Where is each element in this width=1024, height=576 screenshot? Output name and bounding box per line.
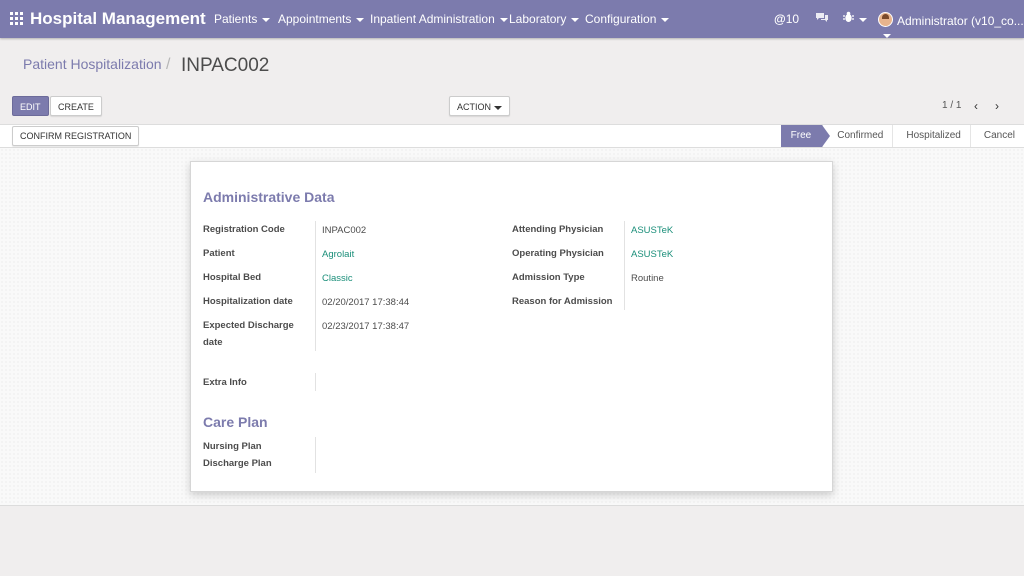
menu-configuration[interactable]: Configuration	[585, 12, 670, 26]
label-extra-info: Extra Info	[203, 377, 247, 388]
section-title-care-plan: Care Plan	[203, 414, 268, 430]
chevron-left-icon[interactable]: ‹	[968, 99, 984, 113]
label-nursing-plan: Nursing Plan	[203, 441, 262, 452]
mentions-count: 10	[785, 12, 800, 26]
value-expected-discharge-date: 02/23/2017 17:38:47	[322, 321, 410, 332]
action-dropdown[interactable]: ACTION	[449, 96, 511, 116]
label-attending-physician: Attending Physician	[512, 224, 604, 235]
value-hospital-bed-link[interactable]: Classic	[322, 270, 353, 287]
value-attending-physician-link[interactable]: ASUSTeK	[631, 222, 673, 239]
menu-label: Laboratory	[509, 12, 567, 26]
label-operating-physician: Operating Physician	[512, 248, 604, 259]
confirm-registration-button[interactable]: CONFIRM REGISTRATION	[12, 126, 140, 146]
caret-down-icon	[356, 17, 365, 22]
value-admission-type: Routine	[631, 273, 664, 284]
debug-menu[interactable]	[843, 11, 867, 26]
avatar	[878, 12, 893, 27]
value-hospitalization-date: 02/20/2017 17:38:44	[322, 297, 410, 308]
caret-down-icon	[661, 17, 670, 22]
menu-label: Patients	[214, 12, 258, 26]
breadcrumb-parent[interactable]: Patient Hospitalization	[23, 56, 162, 72]
app-switcher-icon[interactable]	[10, 12, 24, 26]
user-name: Administrator (v10_co...	[897, 14, 1024, 28]
value-registration-code: INPAC002	[322, 225, 367, 236]
caret-down-icon	[883, 33, 891, 38]
caret-down-icon	[494, 105, 503, 110]
label-reason-for-admission: Reason for Admission	[512, 296, 613, 307]
edit-button[interactable]: EDIT	[12, 96, 49, 116]
menu-label: Configuration	[585, 12, 657, 26]
menu-label: Inpatient Administration	[370, 12, 495, 26]
create-button[interactable]: CREATE	[50, 96, 102, 116]
caret-down-icon	[499, 17, 508, 22]
at-sign-icon: @	[774, 12, 786, 26]
stage-cancel[interactable]: Cancel	[969, 125, 1024, 147]
pager-value[interactable]: 1 / 1	[942, 100, 961, 111]
column-divider	[315, 373, 316, 391]
caret-down-icon	[859, 17, 867, 22]
form-sheet: Administrative Data Registration Code Pa…	[190, 161, 833, 492]
chevron-right-icon[interactable]: ›	[989, 99, 1005, 113]
breadcrumb-separator: /	[166, 56, 171, 73]
action-label: ACTION	[457, 102, 492, 112]
label-hospitalization-date: Hospitalization date	[203, 296, 293, 307]
menu-laboratory[interactable]: Laboratory	[509, 12, 580, 26]
menu-inpatient-administration[interactable]: Inpatient Administration	[370, 12, 508, 26]
column-divider	[315, 221, 316, 351]
value-operating-physician-link[interactable]: ASUSTeK	[631, 246, 673, 263]
user-menu[interactable]: Administrator (v10_co...	[878, 12, 1024, 42]
label-hospital-bed: Hospital Bed	[203, 272, 262, 283]
status-stages: Free Confirmed Hospitalized Cancel	[780, 125, 1024, 147]
caret-down-icon	[262, 17, 271, 22]
menu-appointments[interactable]: Appointments	[278, 12, 365, 26]
top-navbar: Hospital Management Patients Appointment…	[0, 0, 1024, 38]
status-bar: CONFIRM REGISTRATION Free Confirmed Hosp…	[0, 124, 1024, 148]
label-expected-discharge-date: Expected Discharge date	[203, 320, 294, 348]
mentions-counter[interactable]: @10	[774, 12, 799, 26]
stage-hospitalized[interactable]: Hospitalized	[892, 125, 970, 147]
label-admission-type: Admission Type	[512, 272, 585, 283]
app-brand[interactable]: Hospital Management	[30, 9, 206, 29]
page-title: INPAC002	[181, 55, 270, 76]
label-discharge-plan: Discharge Plan	[203, 458, 272, 469]
breadcrumb: Patient Hospitalization / INPAC002	[23, 55, 269, 76]
stage-confirmed[interactable]: Confirmed	[822, 125, 893, 147]
menu-patients[interactable]: Patients	[214, 12, 271, 26]
stage-free[interactable]: Free	[780, 125, 830, 147]
value-patient-link[interactable]: Agrolait	[322, 246, 354, 263]
section-title-administrative: Administrative Data	[203, 189, 335, 205]
label-registration-code: Registration Code	[203, 224, 285, 235]
menu-label: Appointments	[278, 12, 352, 26]
column-divider	[315, 437, 316, 473]
bug-icon	[843, 11, 854, 22]
column-divider	[624, 221, 625, 310]
chat-icon[interactable]	[815, 11, 829, 27]
label-patient: Patient	[203, 248, 235, 259]
caret-down-icon	[571, 17, 580, 22]
